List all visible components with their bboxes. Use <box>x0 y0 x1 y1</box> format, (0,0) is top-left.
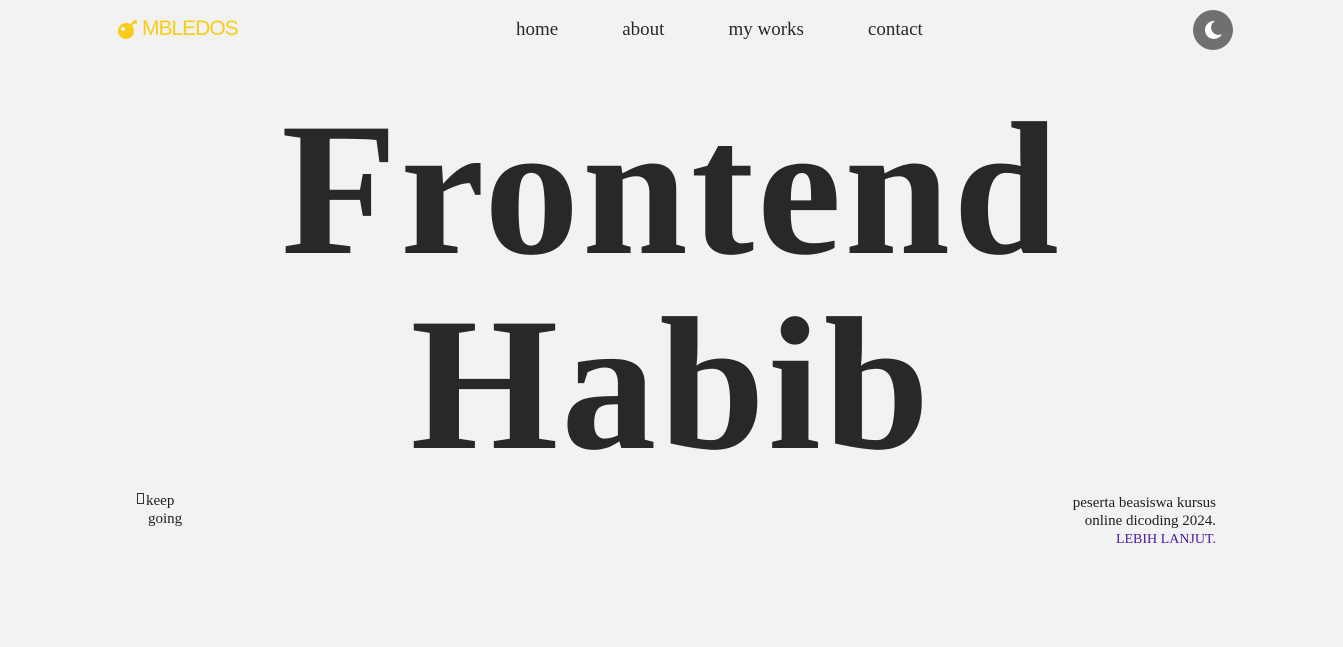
description-text: peserta beasiswa kursus online dicoding … <box>1072 495 1216 529</box>
nav-item-contact[interactable]: contact <box>868 17 923 43</box>
tagline-line-1: keep <box>146 493 175 509</box>
nav-item-home[interactable]: home <box>516 17 558 43</box>
theme-toggle-button[interactable] <box>1193 10 1233 50</box>
moon-icon <box>1204 20 1222 39</box>
missing-glyph-icon <box>137 493 144 504</box>
read-more-link[interactable]: LEBIH LANJUT. <box>1116 532 1216 547</box>
main-nav: home about my works contact <box>516 17 923 43</box>
bomb-icon <box>118 19 138 39</box>
brand-name: MBLEDOS <box>142 17 239 40</box>
tagline: keep going <box>137 492 197 528</box>
brand-logo[interactable]: MBLEDOS <box>117 16 239 42</box>
hero-title-line-1: Frontend <box>281 85 1062 295</box>
hero-title-line-2: Habib <box>410 280 933 490</box>
tagline-line-2: going <box>148 511 183 527</box>
description-block: peserta beasiswa kursus online dicoding … <box>1046 494 1216 549</box>
nav-item-my-works[interactable]: my works <box>728 17 803 43</box>
nav-item-about[interactable]: about <box>622 17 664 43</box>
